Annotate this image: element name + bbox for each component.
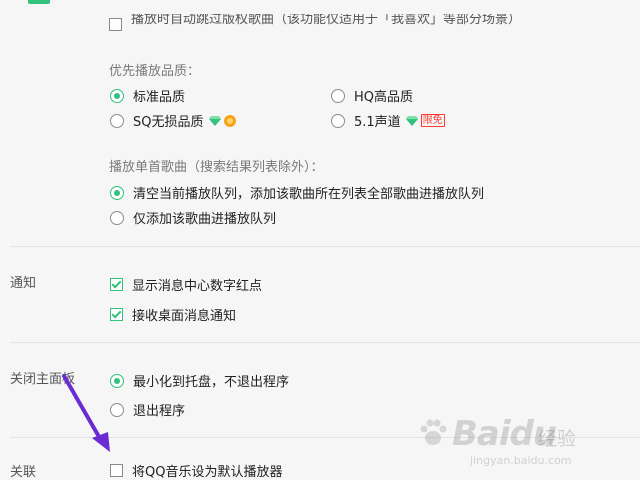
baidu-watermark: Baidu 经验 jingyan.baidu.com [412,408,602,478]
quality-sq-label: SQ无损品质 [133,115,204,130]
free-badge: 限免 [420,114,445,127]
green-diamond-icon [208,115,221,126]
notify-option-desktop[interactable]: 接收桌面消息通知 [110,305,236,324]
quality-section-label: 优先播放品质： [109,64,201,79]
close-minimize-label: 最小化到托盘，不退出程序 [133,375,290,390]
notify-desktop-label: 接收桌面消息通知 [132,309,237,324]
radio-unselected[interactable] [110,210,124,225]
single-play-option-replace[interactable]: 清空当前播放队列，添加该歌曲所在列表全部歌曲进播放队列 [110,183,484,202]
association-default-player-label: 将QQ音乐设为默认播放器 [132,465,283,480]
watermark-url: jingyan.baidu.com [470,454,572,467]
skip-copyright-option[interactable]: 播放时自动跳过版权歌曲（该功能仅适用于「我喜欢」等部分场景） [109,14,529,34]
quality-standard-label: 标准品质 [133,90,186,105]
skip-copyright-label: 播放时自动跳过版权歌曲（该功能仅适用于「我喜欢」等部分场景） [131,14,522,27]
single-play-section-label: 播放单首歌曲（搜索结果列表除外）： [109,160,324,175]
skip-copyright-checkbox[interactable] [109,18,122,31]
radio-selected[interactable] [110,88,124,103]
single-play-option-add[interactable]: 仅添加该歌曲进播放队列 [110,208,276,227]
radio-unselected[interactable] [331,113,345,128]
checkbox-checked[interactable] [110,278,123,291]
notify-red-dot-label: 显示消息中心数字红点 [132,279,263,294]
association-option-default-player[interactable]: 将QQ音乐设为默认播放器 [110,461,282,480]
close-option-minimize[interactable]: 最小化到托盘，不退出程序 [110,371,289,390]
single-play-replace-label: 清空当前播放队列，添加该歌曲所在列表全部歌曲进播放队列 [133,187,485,202]
orange-badge-icon [223,114,236,127]
annotation-arrow-icon [62,374,110,452]
quality-option-sq[interactable]: SQ无损品质 [110,111,236,130]
top-accent-bar [28,0,50,4]
paw-icon [420,419,447,445]
association-section-label: 关联 [10,465,37,480]
single-play-add-label: 仅添加该歌曲进播放队列 [133,212,277,227]
radio-unselected[interactable] [331,88,345,103]
checkbox-checked[interactable] [110,308,123,321]
section-divider [10,342,640,343]
notify-option-red-dot[interactable]: 显示消息中心数字红点 [110,275,262,294]
green-diamond-icon [405,115,418,126]
close-option-exit[interactable]: 退出程序 [110,400,185,419]
quality-51-label: 5.1声道 [354,115,401,130]
section-divider [10,246,640,247]
watermark-brand: Baidu [452,414,557,454]
quality-option-51[interactable]: 5.1声道 限免 [331,111,445,130]
radio-selected[interactable] [110,185,124,200]
notify-section-label: 通知 [10,276,37,291]
checkbox-unchecked[interactable] [110,464,123,477]
quality-option-standard[interactable]: 标准品质 [110,86,185,105]
quality-option-hq[interactable]: HQ高品质 [331,86,413,105]
radio-unselected[interactable] [110,113,124,128]
close-exit-label: 退出程序 [133,404,186,419]
quality-hq-label: HQ高品质 [354,90,414,105]
